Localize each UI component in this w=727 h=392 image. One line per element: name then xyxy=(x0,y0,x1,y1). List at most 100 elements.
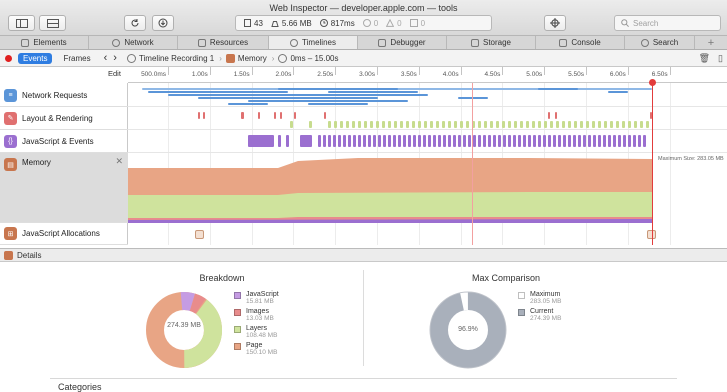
layout-event-bar[interactable] xyxy=(622,121,625,128)
frames-toggle[interactable]: Frames xyxy=(58,53,95,64)
layout-event-bar[interactable] xyxy=(198,112,200,119)
javascript-event-bar[interactable] xyxy=(548,135,551,147)
layout-event-bar[interactable] xyxy=(628,121,631,128)
layout-event-bar[interactable] xyxy=(502,121,505,128)
javascript-event-bar[interactable] xyxy=(623,135,626,147)
javascript-event-bar[interactable] xyxy=(543,135,546,147)
events-toggle[interactable]: Events xyxy=(18,52,53,64)
javascript-event-bar[interactable] xyxy=(583,135,586,147)
javascript-event-bar[interactable] xyxy=(608,135,611,147)
layout-event-bar[interactable] xyxy=(496,121,499,128)
javascript-event-bar[interactable] xyxy=(573,135,576,147)
network-request-bar[interactable] xyxy=(168,94,388,96)
javascript-event-bar[interactable] xyxy=(363,135,366,147)
layout-event-bar[interactable] xyxy=(370,121,373,128)
javascript-event-bar[interactable] xyxy=(498,135,501,147)
layout-event-bar[interactable] xyxy=(616,121,619,128)
layout-event-bar[interactable] xyxy=(592,121,595,128)
layout-event-bar[interactable] xyxy=(568,121,571,128)
warnings-count[interactable]: 0 xyxy=(386,19,402,28)
layout-event-bar[interactable] xyxy=(508,121,511,128)
download-button[interactable] xyxy=(152,15,174,31)
javascript-event-bar[interactable] xyxy=(538,135,541,147)
layout-event-bar[interactable] xyxy=(490,121,493,128)
layout-event-bar[interactable] xyxy=(640,121,643,128)
layout-event-bar[interactable] xyxy=(346,121,349,128)
layout-event-bar[interactable] xyxy=(340,121,343,128)
layout-event-bar[interactable] xyxy=(394,121,397,128)
network-request-bar[interactable] xyxy=(228,103,268,105)
dock-bottom-button[interactable] xyxy=(39,15,66,31)
reload-button[interactable] xyxy=(124,15,146,31)
layout-event-bar[interactable] xyxy=(550,121,553,128)
layout-event-bar[interactable] xyxy=(454,121,457,128)
network-request-bar[interactable] xyxy=(278,88,398,90)
logs-count[interactable]: 0 xyxy=(409,19,425,28)
javascript-event-bar[interactable] xyxy=(553,135,556,147)
layout-event-bar[interactable] xyxy=(241,112,244,119)
javascript-event-bar[interactable] xyxy=(603,135,606,147)
layout-event-bar[interactable] xyxy=(604,121,607,128)
layout-event-bar[interactable] xyxy=(424,121,427,128)
back-arrow-icon[interactable]: ‹ xyxy=(104,53,108,64)
layout-event-bar[interactable] xyxy=(358,121,361,128)
javascript-event-bar[interactable] xyxy=(558,135,561,147)
javascript-event-bar[interactable] xyxy=(408,135,411,147)
javascript-event-bar[interactable] xyxy=(503,135,506,147)
javascript-event-bar[interactable] xyxy=(443,135,446,147)
layout-event-bar[interactable] xyxy=(556,121,559,128)
javascript-event-bar[interactable] xyxy=(328,135,331,147)
javascript-event-bar[interactable] xyxy=(278,135,281,147)
javascript-event-bar[interactable] xyxy=(463,135,466,147)
javascript-event-bar[interactable] xyxy=(473,135,476,147)
javascript-event-bar[interactable] xyxy=(578,135,581,147)
layout-event-bar[interactable] xyxy=(586,121,589,128)
javascript-event-bar[interactable] xyxy=(523,135,526,147)
javascript-event-bar[interactable] xyxy=(508,135,511,147)
layout-event-bar[interactable] xyxy=(532,121,535,128)
playhead-handle[interactable] xyxy=(649,79,656,86)
tab-elements[interactable]: Elements xyxy=(0,36,89,49)
javascript-event-bar[interactable] xyxy=(338,135,341,147)
javascript-event-bar[interactable] xyxy=(378,135,381,147)
layout-event-bar[interactable] xyxy=(520,121,523,128)
javascript-events-track[interactable] xyxy=(128,130,727,153)
layout-event-bar[interactable] xyxy=(634,121,637,128)
layout-event-bar[interactable] xyxy=(514,121,517,128)
inspect-element-button[interactable] xyxy=(544,15,566,31)
javascript-event-bar[interactable] xyxy=(633,135,636,147)
split-view-icon[interactable]: ▯ xyxy=(718,53,723,64)
javascript-event-bar[interactable] xyxy=(588,135,591,147)
tab-debugger[interactable]: Debugger xyxy=(358,36,447,49)
memory-graph[interactable] xyxy=(128,153,727,223)
timeline-row-javascript-allocations[interactable]: ⊞ JavaScript Allocations xyxy=(0,223,128,245)
javascript-event-bar[interactable] xyxy=(388,135,391,147)
tab-timelines[interactable]: Timelines xyxy=(269,36,358,49)
layout-event-bar[interactable] xyxy=(309,121,312,128)
javascript-event-bar[interactable] xyxy=(618,135,621,147)
javascript-event-bar[interactable] xyxy=(568,135,571,147)
layout-event-bar[interactable] xyxy=(412,121,415,128)
javascript-event-bar[interactable] xyxy=(453,135,456,147)
close-icon[interactable]: ✕ xyxy=(115,156,123,167)
layout-event-bar[interactable] xyxy=(562,121,565,128)
javascript-event-bar[interactable] xyxy=(643,135,646,147)
tab-console[interactable]: Console xyxy=(536,36,625,49)
javascript-event-bar[interactable] xyxy=(528,135,531,147)
javascript-event-bar[interactable] xyxy=(358,135,361,147)
timeline-row-javascript-events[interactable]: {} JavaScript & Events xyxy=(0,130,128,153)
layout-event-bar[interactable] xyxy=(460,121,463,128)
network-request-bar[interactable] xyxy=(458,97,488,99)
javascript-event-bar[interactable] xyxy=(423,135,426,147)
layout-event-bar[interactable] xyxy=(430,121,433,128)
edit-button[interactable]: Edit xyxy=(108,69,121,78)
layout-event-bar[interactable] xyxy=(478,121,481,128)
javascript-event-bar[interactable] xyxy=(448,135,451,147)
javascript-event-bar[interactable] xyxy=(513,135,516,147)
layout-event-bar[interactable] xyxy=(526,121,529,128)
javascript-event-bar[interactable] xyxy=(333,135,336,147)
network-request-bar[interactable] xyxy=(328,91,418,93)
javascript-event-bar[interactable] xyxy=(438,135,441,147)
javascript-event-bar[interactable] xyxy=(393,135,396,147)
layout-event-bar[interactable] xyxy=(274,112,276,119)
